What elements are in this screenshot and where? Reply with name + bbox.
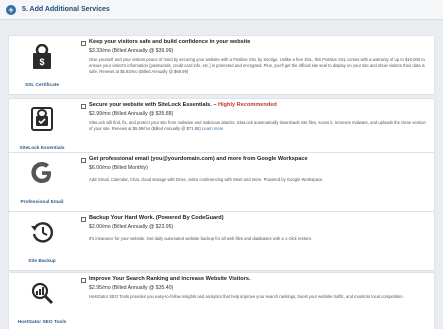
service-price: $2.99/mo (Billed Annually @ $35.88)	[89, 111, 174, 117]
service-description: SiteLock will find, fix, and protect you…	[89, 120, 426, 131]
service-label: HostGator SEO Tools	[17, 320, 67, 325]
seo-magnifier-icon	[31, 282, 54, 305]
seo-checkbox[interactable]	[81, 278, 86, 283]
svg-text:$: $	[39, 57, 44, 67]
email-checkbox[interactable]	[81, 158, 86, 163]
service-price: $6.00/mo (Billed Monthly)	[89, 165, 148, 171]
service-price: $3.33/mo (Billed Annually @ $39.99)	[89, 48, 174, 54]
service-title: Get professional email (you@yourdomain.c…	[89, 156, 308, 162]
service-price: $2.00/mo (Billed Annually @ $23.95)	[89, 224, 174, 230]
google-icon	[31, 162, 51, 183]
service-description: Give yourself and your visitors peace of…	[89, 57, 425, 74]
service-label: SiteLock Essentials	[19, 146, 65, 151]
service-card-sitelock: SiteLock Essentials Secure your website …	[8, 98, 435, 158]
learn-more-link[interactable]: Learn more	[202, 126, 223, 131]
service-title: Improve Your Search Ranking and Increase…	[89, 276, 251, 282]
service-card-backup: Site Backup Backup Your Hard Work. (Powe…	[8, 211, 435, 271]
service-title: Keep your visitors safe and build confid…	[89, 39, 251, 45]
section-header: + 5. Add Additional Services	[0, 0, 443, 20]
service-card-ssl: $ SSL Certificate Keep your visitors saf…	[8, 35, 435, 95]
recommended-badge: Highly Recommended	[218, 102, 277, 108]
sitelock-checkbox[interactable]	[81, 104, 86, 109]
service-title: Secure your website with SiteLock Essent…	[89, 102, 277, 108]
service-description: HostGator SEO Tools provides you easy-to…	[89, 294, 404, 299]
service-title: Backup Your Hard Work. (Powered By CodeG…	[89, 215, 224, 221]
lock-icon: $	[33, 44, 51, 69]
service-label: Site Backup	[28, 259, 56, 264]
service-description: It's insurance for your website. Get dai…	[89, 236, 313, 241]
service-label: SSL Certificate	[24, 83, 60, 88]
ssl-checkbox[interactable]	[81, 41, 86, 46]
service-description: Add Gmail, Calendar, Chat, cloud storage…	[89, 177, 324, 182]
section-title: 5. Add Additional Services	[22, 6, 110, 13]
service-card-email: Professional Email Get professional emai…	[8, 152, 435, 212]
backup-checkbox[interactable]	[81, 217, 86, 222]
service-label: Professional Email	[20, 200, 64, 205]
plus-icon[interactable]: +	[6, 4, 16, 15]
service-price: $2.95/mo (Billed Annually @ $35.40)	[89, 285, 174, 291]
backup-clock-icon	[31, 222, 54, 243]
sitelock-icon	[31, 107, 53, 131]
service-card-seo: HostGator SEO Tools Improve Your Search …	[8, 272, 435, 329]
